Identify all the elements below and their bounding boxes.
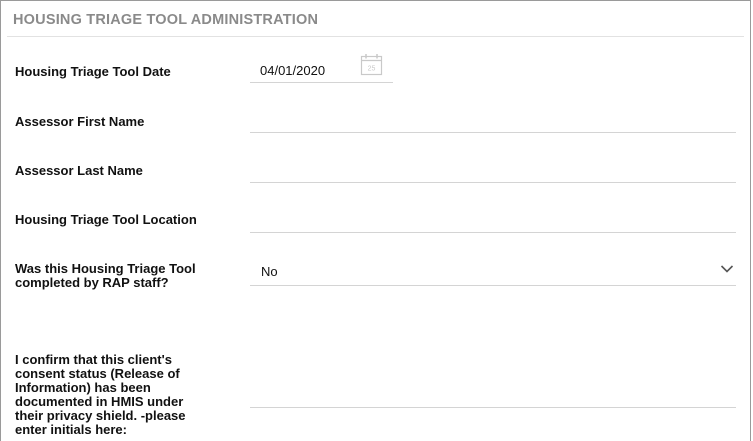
consent-label-line: Information) has been (15, 380, 151, 395)
chevron-down-icon[interactable] (720, 264, 734, 274)
rap-staff-label-line: Was this Housing Triage Tool (15, 261, 196, 276)
calendar-icon-day: 25 (368, 66, 376, 73)
location-label: Housing Triage Tool Location (15, 212, 197, 227)
consent-label-line: their privacy shield. -please (15, 408, 186, 423)
location-input[interactable] (250, 201, 736, 233)
triage-date-value[interactable]: 04/01/2020 (260, 63, 325, 78)
rap-staff-label-line: completed by RAP staff? (15, 275, 169, 290)
assessor-last-name-label: Assessor Last Name (15, 163, 143, 178)
consent-label-line: consent status (Release of (15, 366, 180, 381)
section-divider (7, 36, 744, 37)
triage-date-field[interactable]: 04/01/2020 25 (250, 53, 393, 83)
consent-label-line: enter initials here: (15, 422, 127, 437)
consent-initials-input[interactable] (250, 376, 736, 408)
triage-date-label: Housing Triage Tool Date (15, 64, 171, 79)
rap-staff-selected-value[interactable]: No (261, 264, 278, 279)
consent-label-line: documented in HMIS under (15, 394, 184, 409)
assessor-first-name-label: Assessor First Name (15, 114, 145, 129)
rap-staff-select[interactable]: No (250, 254, 736, 286)
assessor-first-name-input[interactable] (250, 101, 736, 133)
rap-staff-label: Was this Housing Triage Tool completed b… (15, 262, 230, 290)
housing-triage-form: HOUSING TRIAGE TOOL ADMINISTRATION Housi… (0, 0, 751, 441)
assessor-last-name-input[interactable] (250, 151, 736, 183)
consent-label: I confirm that this client's consent sta… (15, 353, 230, 437)
consent-label-line: I confirm that this client's (15, 352, 172, 367)
calendar-icon[interactable]: 25 (360, 52, 383, 76)
section-title: HOUSING TRIAGE TOOL ADMINISTRATION (13, 12, 319, 28)
